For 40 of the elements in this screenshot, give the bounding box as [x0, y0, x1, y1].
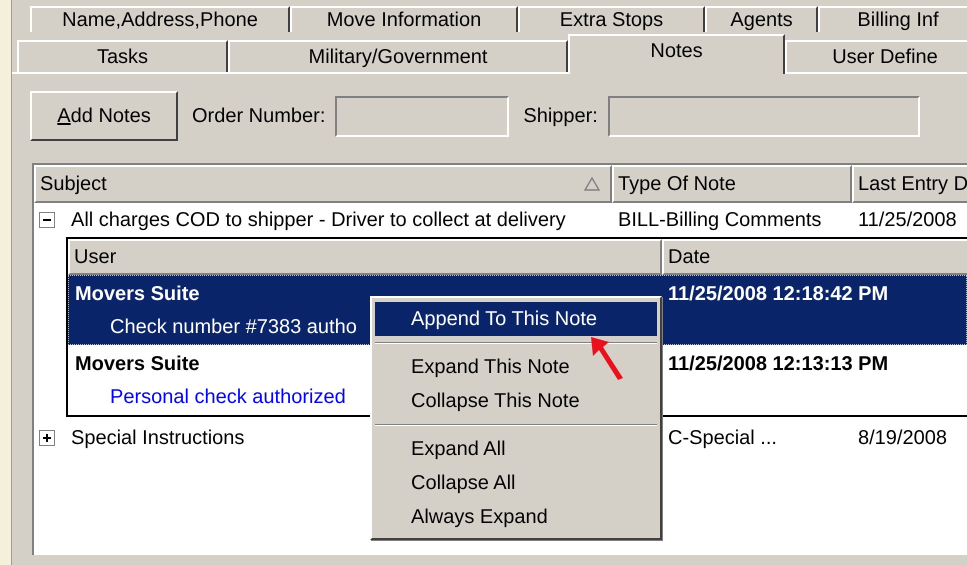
date-cell-text: 11/25/2008 12:13:13 PM [667, 352, 888, 377]
column-header[interactable]: Type Of Note [612, 165, 852, 203]
date-cell-text: 11/25/2008 [857, 208, 957, 233]
date-cell-text: 11/25/2008 12:18:42 PM [667, 282, 888, 307]
tab[interactable]: Extra Stops [518, 6, 705, 32]
note-text: Personal check authorized [110, 385, 346, 410]
order-number-label: Order Number: [192, 104, 326, 129]
shipper-label: Shipper: [523, 104, 598, 129]
tab[interactable]: Agents [705, 6, 818, 32]
subject-cell-text: Special Instructions [71, 426, 244, 451]
column-header[interactable]: Last Entry D [852, 165, 967, 203]
menu-item[interactable]: Collapse All [375, 466, 657, 500]
tab[interactable]: Billing Inf [818, 6, 967, 32]
menu-item[interactable]: Append To This Note [375, 302, 657, 336]
tab[interactable]: Tasks [17, 40, 228, 72]
tab[interactable]: User Define [785, 40, 967, 72]
tab[interactable]: Notes [568, 34, 785, 74]
menu-item[interactable]: Expand All [375, 432, 657, 466]
expand-icon[interactable] [39, 430, 55, 446]
user-cell: Movers Suite [75, 353, 200, 375]
type-cell: C-Special ... [668, 427, 777, 449]
column-header[interactable]: Date [662, 239, 967, 275]
user-cell: Movers Suite [75, 283, 200, 305]
subject-cell-text: All charges COD to shipper - Driver to collect at delivery [71, 208, 566, 233]
note-text: Check number #7383 autho [110, 315, 357, 340]
menu-item[interactable]: Always Expand [375, 500, 657, 534]
column-header[interactable]: User [68, 239, 662, 275]
shipper-field[interactable] [608, 96, 920, 136]
order-number-field[interactable] [335, 96, 510, 136]
type-cell: BILL-Billing Comments [618, 209, 822, 231]
tab[interactable]: Military/Government [228, 40, 568, 72]
menu-item[interactable]: Collapse This Note [375, 384, 657, 418]
cursor-arrow-icon [588, 334, 626, 382]
column-header[interactable]: Subject [34, 165, 612, 203]
date-cell-text: 8/19/2008 [857, 426, 947, 451]
tab[interactable]: Name,Address,Phone [30, 6, 290, 32]
add-notes-button[interactable]: Add Notes [30, 91, 178, 141]
menu-item[interactable]: Expand This Note [375, 350, 657, 384]
tab[interactable]: Move Information [290, 6, 518, 32]
collapse-icon[interactable] [39, 212, 55, 228]
